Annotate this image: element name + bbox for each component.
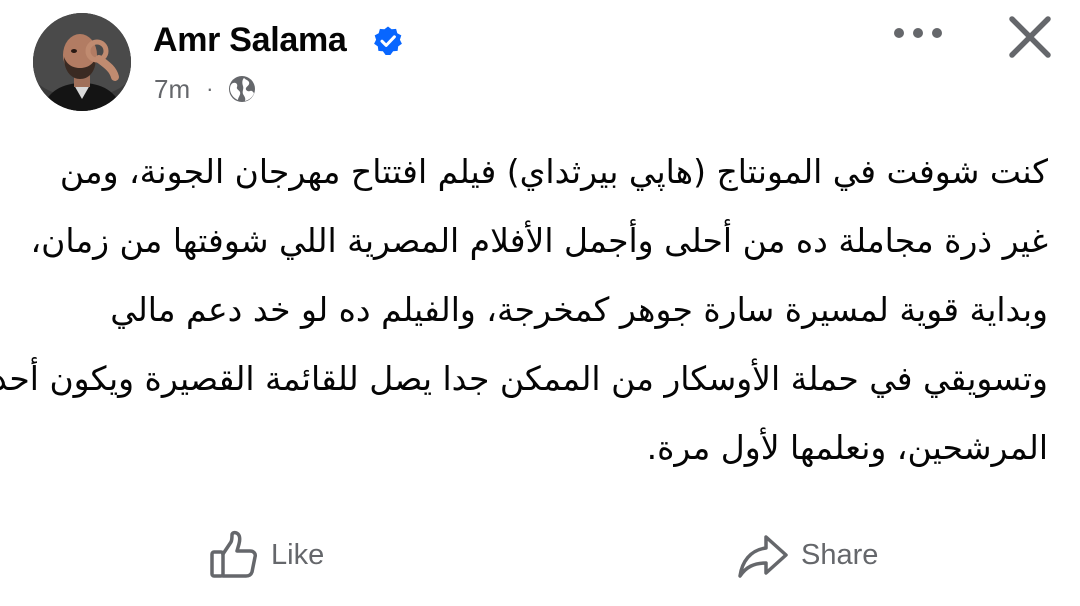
post-text-line: غير ذرة مجاملة ده من أحلى وأجمل الأفلام …	[30, 221, 1049, 260]
post-header: Amr Salama 7m ·	[0, 0, 1080, 130]
globe-icon[interactable]	[227, 74, 257, 104]
post-text-line: كنت شوفت في المونتاج (هاپي بيرثداي) فيلم…	[59, 152, 1048, 191]
share-label: Share	[801, 538, 879, 571]
profile-photo	[33, 13, 131, 111]
like-label: Like	[271, 538, 325, 571]
share-arrow-icon	[738, 535, 788, 578]
author-name[interactable]: Amr Salama	[153, 20, 347, 60]
verified-badge-icon	[374, 26, 402, 55]
post-timestamp[interactable]: 7m	[154, 74, 190, 105]
post-text-line: وبداية قوية لمسيرة سارة جوهر كمخرجة، وال…	[110, 290, 1048, 329]
post-text: كنت شوفت في المونتاج (هاپي بيرثداي) فيلم…	[0, 137, 1049, 482]
thumbs-up-icon	[210, 530, 257, 578]
meta-separator: ·	[206, 76, 214, 101]
post-text-line: المرشحين، ونعلمها لأول مرة.	[646, 428, 1048, 467]
like-button[interactable]: Like	[205, 525, 324, 585]
post-meta: 7m ·	[154, 72, 257, 106]
post-actions-bar: Like Share	[0, 515, 1080, 595]
post-text-line: وتسويقي في حملة الأوسكار من الممكن جدا ي…	[0, 359, 1048, 398]
author-avatar[interactable]	[33, 13, 131, 111]
share-button[interactable]: Share	[735, 525, 878, 585]
close-icon[interactable]	[1003, 10, 1057, 64]
more-horizontal-icon	[894, 28, 942, 38]
more-options-button[interactable]	[890, 18, 946, 48]
